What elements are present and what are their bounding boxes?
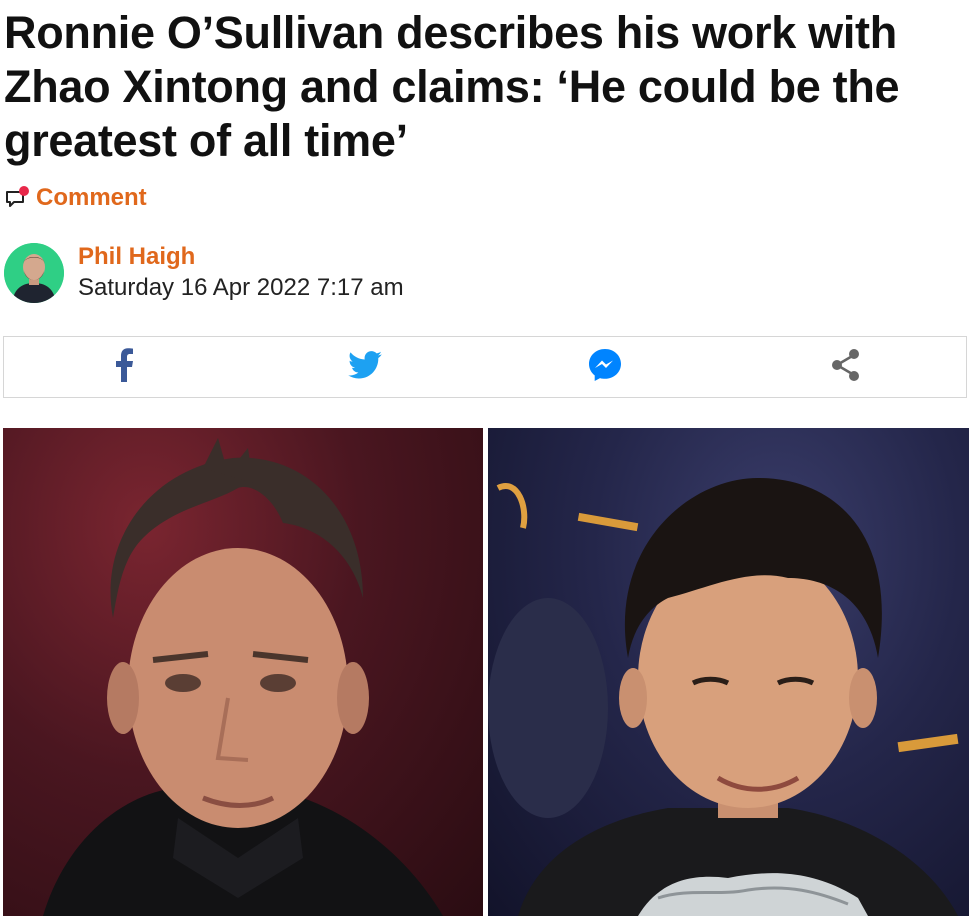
article-hero-images [3,428,969,916]
messenger-share-button[interactable] [485,337,726,397]
author-name[interactable]: Phil Haigh [78,242,404,272]
twitter-share-button[interactable] [245,337,486,397]
share-bar [3,336,967,398]
article-headline: Ronnie O’Sullivan describes his work wit… [4,7,900,166]
generic-share-button[interactable] [726,337,967,397]
publish-date: Saturday 16 Apr 2022 7:17 am [78,274,404,301]
byline: Phil Haigh Saturday 16 Apr 2022 7:17 am [4,242,404,304]
comment-label: Comment [36,184,147,211]
facebook-share-button[interactable] [4,337,245,397]
twitter-icon [347,350,382,384]
comment-link[interactable]: Comment [4,182,147,214]
share-icon [830,348,862,387]
zhao-xintong-photo [488,428,969,916]
comment-bubble-icon [4,184,32,212]
author-avatar[interactable] [4,243,64,303]
ronnie-osullivan-photo [3,428,483,916]
messenger-icon [588,348,622,387]
article-page: Ronnie O’Sullivan describes his work wit… [0,0,972,916]
facebook-icon [114,347,134,387]
